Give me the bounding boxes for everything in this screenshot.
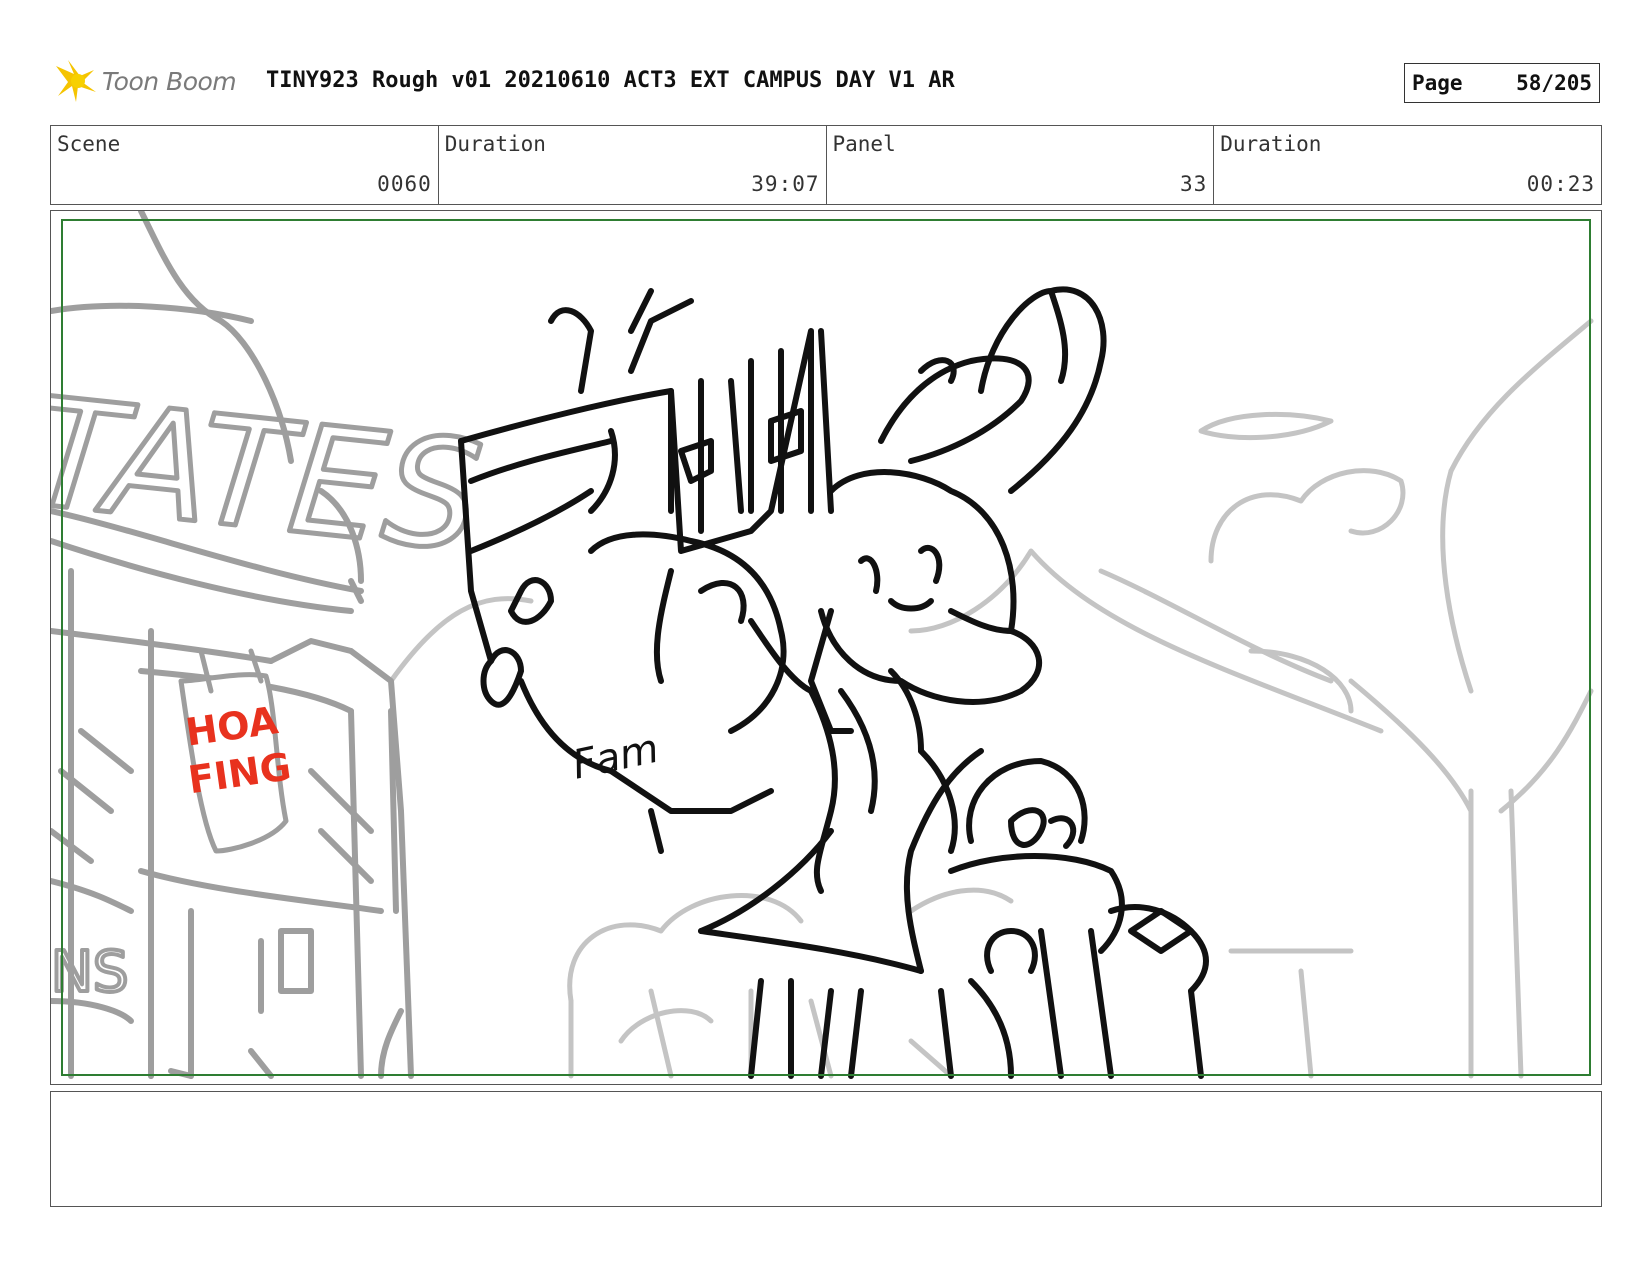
star-burst-icon <box>56 60 96 102</box>
page-indicator: Page 58/205 <box>1404 63 1600 103</box>
panel-duration-value: 00:23 <box>1526 172 1595 196</box>
scene-duration-cell: Duration 39:07 <box>439 126 827 204</box>
panel-duration-label: Duration <box>1220 132 1322 156</box>
scene-cell: Scene 0060 <box>51 126 439 204</box>
panel-duration-cell: Duration 00:23 <box>1214 126 1601 204</box>
storyboard-panel: TATES NS HOA FING Fam <box>50 210 1602 1085</box>
scene-duration-label: Duration <box>444 132 546 156</box>
document-title: TINY923 Rough v01 20210610 ACT3 EXT CAMP… <box>266 68 955 93</box>
panel-value: 33 <box>1179 172 1208 196</box>
scene-label: Scene <box>57 132 121 156</box>
page-label: Page <box>1412 71 1463 95</box>
page-number: 58/205 <box>1516 71 1592 95</box>
safe-area-guide <box>61 219 1591 1076</box>
panel-label: Panel <box>832 132 896 156</box>
scene-info-row: Scene 0060 Duration 39:07 Panel 33 Durat… <box>50 125 1602 205</box>
scene-duration-value: 39:07 <box>751 172 820 196</box>
logo-text: Toon Boom <box>102 66 237 96</box>
page-header: Toon Boom TINY923 Rough v01 20210610 ACT… <box>50 56 1602 106</box>
panel-cell: Panel 33 <box>827 126 1215 204</box>
scene-value: 0060 <box>377 172 432 196</box>
toon-boom-logo: Toon Boom <box>54 56 254 106</box>
panel-notes-box <box>50 1091 1602 1207</box>
